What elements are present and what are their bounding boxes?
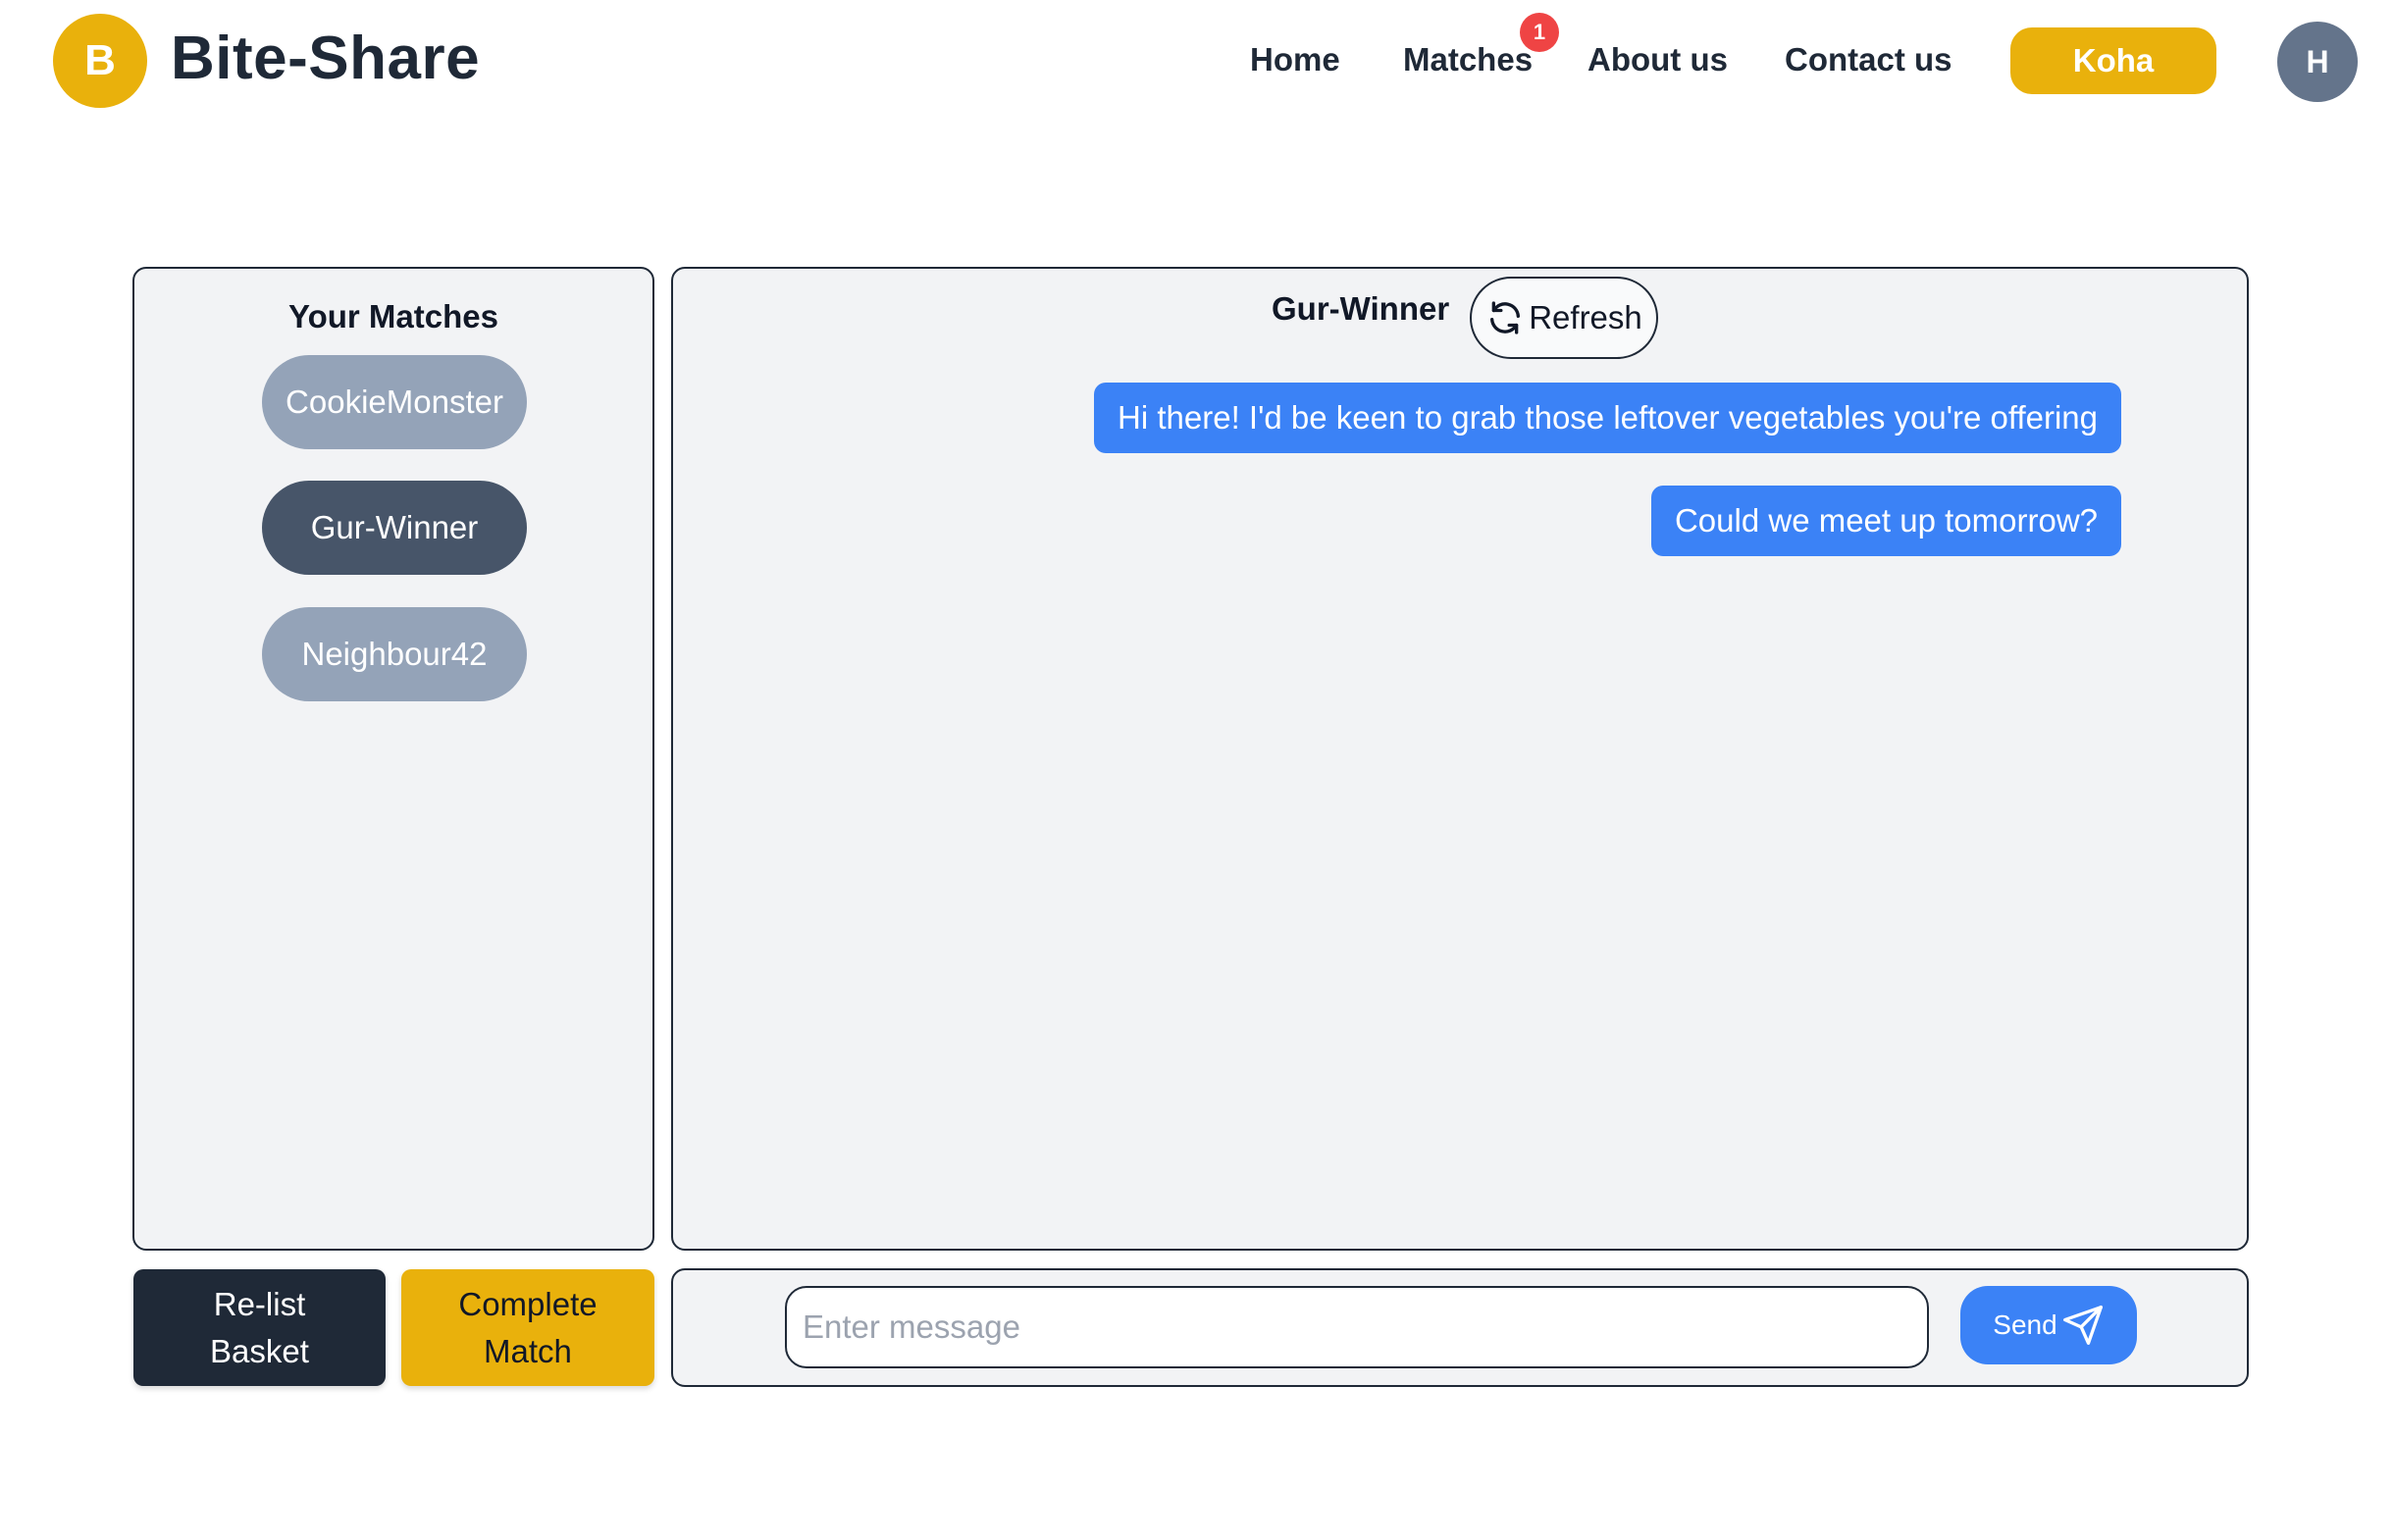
complete-match-button[interactable]: Complete Match [401,1269,654,1386]
chat-message-sent: Hi there! I'd be keen to grab those left… [1094,383,2121,453]
logo-icon[interactable]: B [53,14,147,108]
match-item-neighbour42[interactable]: Neighbour42 [262,607,527,701]
brand-name[interactable]: Bite-Share [171,24,480,93]
matches-title: Your Matches [288,298,498,334]
chat-partner-name: Gur-Winner [1272,290,1450,327]
message-input-bar: Send [671,1268,2249,1387]
refresh-icon [1490,301,1521,334]
koha-button[interactable]: Koha [2010,27,2216,94]
nav-contact-link[interactable]: Contact us [1785,41,1952,78]
matches-notification-badge: 1 [1520,13,1559,52]
relist-label-line2: Basket [210,1332,309,1369]
match-item-cookiemonster[interactable]: CookieMonster [262,355,527,449]
send-button[interactable]: Send [1960,1286,2137,1364]
nav-home-link[interactable]: Home [1250,41,1340,78]
user-avatar[interactable]: H [2277,22,2358,102]
nav-about-link[interactable]: About us [1587,41,1728,78]
refresh-button[interactable]: Refresh [1470,277,1658,359]
message-input[interactable] [785,1286,1929,1368]
nav-matches-link[interactable]: Matches [1403,41,1533,78]
relist-basket-button[interactable]: Re-list Basket [133,1269,386,1386]
complete-label-line1: Complete [458,1285,598,1322]
send-label: Send [1993,1309,2057,1340]
send-icon [2062,1306,2103,1345]
chat-panel: Gur-Winner Refresh Hi there! I'd be keen… [671,267,2249,1251]
top-navbar: B Bite-Share Home Matches 1 About us Con… [0,0,2394,128]
refresh-label: Refresh [1529,299,1642,335]
relist-label-line1: Re-list [213,1285,306,1322]
matches-panel: Your Matches CookieMonster Gur-Winner Ne… [132,267,654,1251]
match-item-gur-winner[interactable]: Gur-Winner [262,481,527,575]
complete-label-line2: Match [484,1332,572,1369]
chat-message-sent: Could we meet up tomorrow? [1650,486,2121,556]
